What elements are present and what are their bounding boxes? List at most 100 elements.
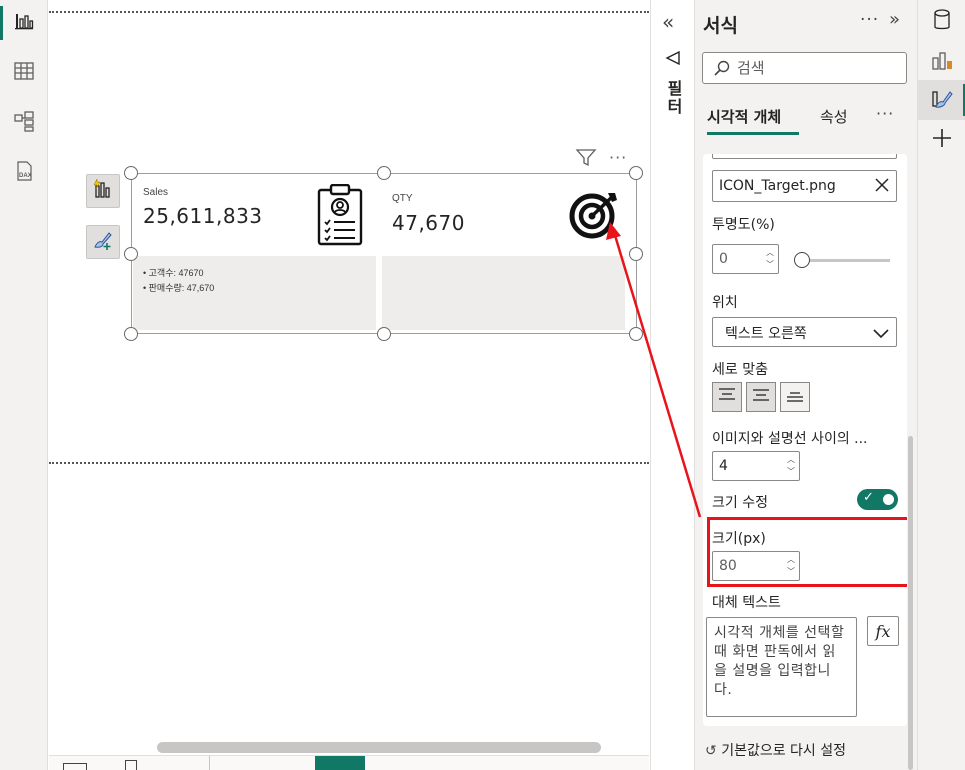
format-brush-icon	[92, 229, 114, 255]
model-view-icon	[13, 110, 35, 136]
reset-label: 기본값으로 다시 설정	[721, 743, 847, 759]
tab-general[interactable]: 속성	[820, 106, 848, 127]
clear-file-icon[interactable]	[874, 177, 890, 197]
clipboard-person-icon	[316, 183, 364, 250]
build-pane-button[interactable]	[918, 42, 965, 82]
page-boundary-top	[49, 11, 649, 13]
filter-funnel-icon	[665, 50, 681, 70]
transparency-slider-track[interactable]	[800, 259, 890, 262]
add-pane-button[interactable]	[918, 120, 965, 160]
active-tab-indicator	[707, 132, 799, 135]
filter-icon[interactable]	[575, 148, 597, 172]
align-top-icon	[717, 386, 737, 408]
table-view-button[interactable]	[0, 50, 48, 96]
resize-handle-bottom[interactable]	[377, 327, 391, 341]
spacing-input[interactable]: 4 ︿ ﹀	[712, 451, 800, 481]
format-brush-icon	[930, 86, 954, 114]
transparency-slider-thumb[interactable]	[794, 252, 810, 268]
toggle-knob	[883, 494, 894, 505]
fx-button[interactable]: fx	[867, 616, 899, 646]
collapse-left-icon[interactable]: «	[662, 10, 674, 34]
filters-label: 필터	[664, 80, 683, 116]
resize-handle-top-right[interactable]	[629, 166, 643, 180]
database-icon	[932, 8, 952, 36]
pane-more-options-icon[interactable]: ···	[860, 10, 879, 30]
filters-pane-collapsed[interactable]: « 필터	[650, 0, 694, 770]
spacing-value: 4	[719, 458, 728, 474]
reset-to-default-link[interactable]: ↺ 기본값으로 다시 설정	[705, 740, 846, 760]
resize-handle-right[interactable]	[629, 247, 643, 261]
multi-card-visual[interactable]: Sales 25,611,833 • 고객수: 47670 • 판매수량: 47…	[131, 173, 637, 334]
resize-handle-bottom-right[interactable]	[629, 327, 643, 341]
resize-handle-top-left[interactable]	[124, 166, 138, 180]
spin-up-icon[interactable]: ︿	[764, 248, 776, 258]
image-file-field[interactable]: ICON_Target.png	[712, 170, 897, 202]
resize-label: 크기 수정	[712, 495, 768, 511]
spin-up-icon[interactable]: ︿	[785, 455, 797, 465]
report-view-button[interactable]	[0, 0, 48, 46]
check-icon: ✓	[863, 490, 874, 505]
alt-text-input[interactable]: 시각적 개체를 선택할 때 화면 판독에서 읽을 설명을 입력합니다.	[706, 617, 857, 717]
spacing-label: 이미지와 설명선 사이의 ...	[712, 431, 868, 447]
tab-visual[interactable]: 시각적 개체	[707, 106, 781, 127]
mobile-layout-icon[interactable]	[125, 760, 137, 770]
vertical-align-label: 세로 맞춤	[712, 362, 768, 378]
card-label: Sales	[143, 187, 169, 198]
resize-handle-top[interactable]	[377, 166, 391, 180]
search-box[interactable]	[702, 52, 907, 84]
resize-handle-left[interactable]	[124, 247, 138, 261]
page-boundary-bottom	[49, 462, 649, 464]
model-view-button[interactable]	[0, 100, 48, 146]
card-sales[interactable]: Sales 25,611,833 • 고객수: 47670 • 판매수량: 47…	[133, 178, 376, 330]
card-label: QTY	[392, 193, 413, 204]
target-arrow-icon	[568, 190, 622, 244]
bullet-quantity: • 판매수량: 47,670	[143, 283, 215, 293]
format-pane: 서식 ··· » 시각적 개체 속성 ··· ICON_Target.png 투…	[694, 0, 917, 770]
resize-handle-bottom-left[interactable]	[124, 327, 138, 341]
card-value: 47,670	[392, 211, 465, 235]
card-qty[interactable]: QTY 47,670	[382, 178, 625, 330]
align-bottom-icon	[785, 386, 805, 408]
report-canvas[interactable]: ··· Sales 25,611,833 • 고객수: 47670 • 판매수량…	[49, 0, 649, 770]
table-view-icon	[13, 60, 35, 86]
data-pane-button[interactable]	[918, 2, 965, 42]
expand-right-icon[interactable]: »	[889, 9, 900, 30]
page-nav-icon[interactable]	[63, 763, 87, 770]
bullet-customers: • 고객수: 47670	[143, 268, 204, 278]
horizontal-scrollbar[interactable]	[157, 742, 601, 753]
search-icon	[713, 59, 731, 81]
card-header-area: Sales 25,611,833	[133, 178, 376, 256]
build-visual-icon	[92, 178, 114, 204]
card-value: 25,611,833	[143, 204, 263, 228]
position-dropdown[interactable]: 텍스트 오른쪽	[712, 317, 897, 347]
more-options-icon[interactable]: ···	[609, 148, 627, 167]
position-label: 위치	[712, 295, 738, 311]
image-file-name: ICON_Target.png	[719, 178, 836, 194]
pane-scrollbar-thumb[interactable]	[908, 436, 913, 770]
transparency-value: 0	[719, 251, 728, 267]
tabs-more-icon[interactable]: ···	[876, 104, 894, 123]
align-bottom-button[interactable]	[780, 382, 810, 412]
format-visual-button[interactable]	[86, 225, 120, 259]
search-input[interactable]	[737, 57, 897, 79]
format-pane-button[interactable]	[918, 80, 965, 120]
build-visual-button[interactable]	[86, 174, 120, 208]
svg-text:DAX: DAX	[19, 173, 32, 179]
build-visual-icon	[930, 48, 954, 76]
spin-down-icon[interactable]: ﹀	[785, 467, 797, 477]
align-top-button[interactable]	[712, 382, 742, 412]
pane-title: 서식	[703, 15, 738, 37]
dax-query-view-button[interactable]: DAX	[0, 150, 48, 196]
transparency-input[interactable]: 0 ︿ ﹀	[712, 244, 779, 274]
card-header-area: QTY 47,670	[382, 178, 625, 256]
previous-field[interactable]	[712, 154, 897, 159]
align-middle-button[interactable]	[746, 382, 776, 412]
add-page-tab[interactable]	[315, 756, 365, 770]
align-middle-icon	[751, 386, 771, 408]
resize-toggle[interactable]: ✓	[857, 489, 898, 510]
plus-icon	[931, 127, 953, 153]
pane-switcher-rail	[917, 0, 965, 770]
spin-down-icon[interactable]: ﹀	[764, 260, 776, 270]
dax-icon: DAX	[13, 160, 35, 186]
view-rail: DAX	[0, 0, 48, 770]
